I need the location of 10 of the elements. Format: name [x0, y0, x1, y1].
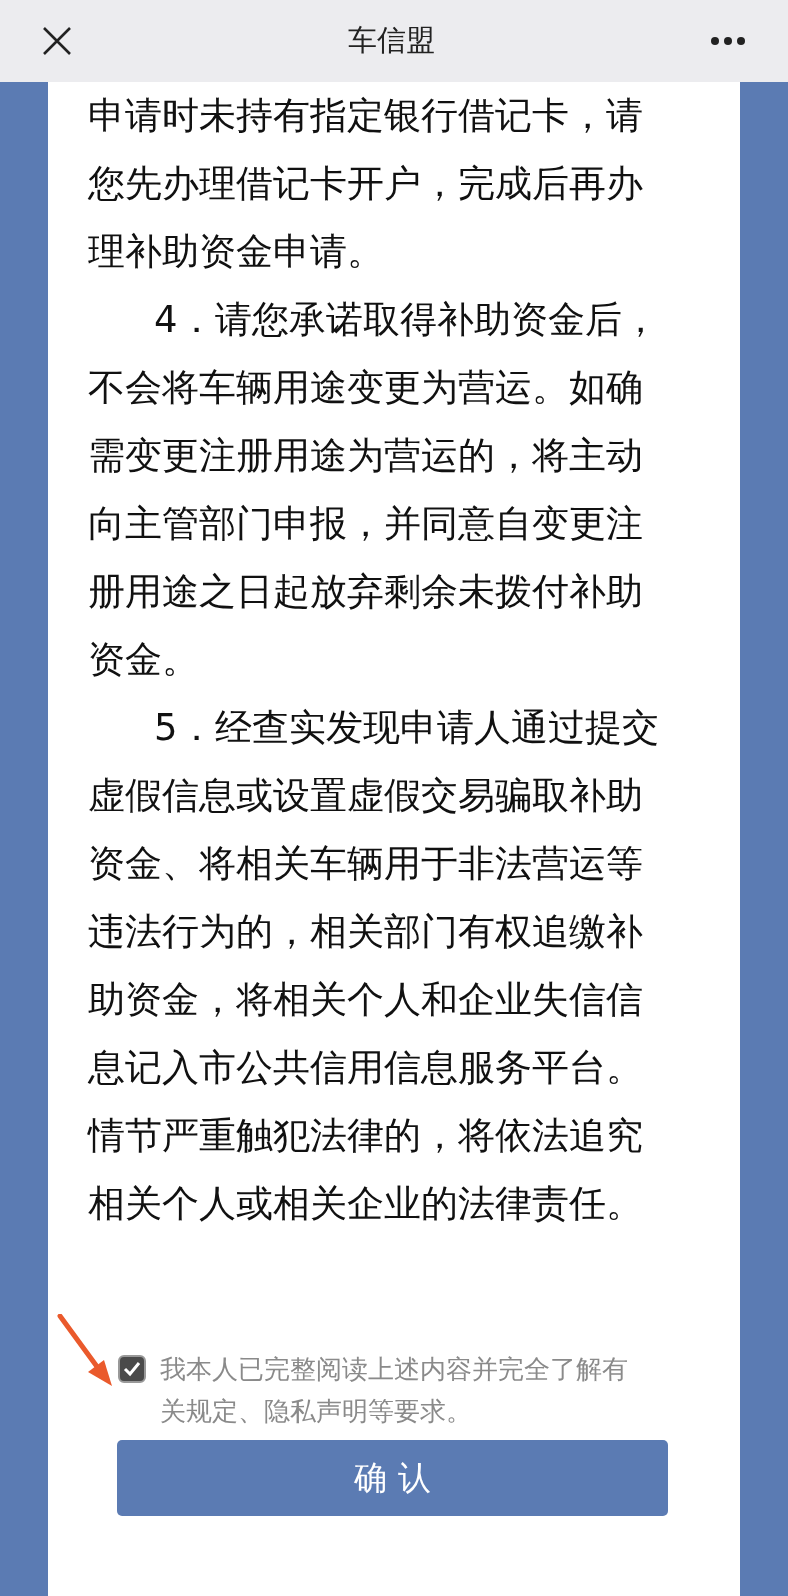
paragraph: 4．请您承诺取得补助资金后， 不会将车辆用途变更为营运。如确 需变更注册用途为营运的，将主动 向主管部门申报，并同意自变更注 册用途之日起放弃剩余未拨付补助 资金。	[88, 297, 659, 683]
more-icon[interactable]	[710, 36, 746, 46]
paragraph: 申请时未持有指定银行借记卡，请 您先办理借记卡开户，完成后再办 理补助资金申请。	[88, 93, 643, 275]
checkbox[interactable]	[118, 1355, 146, 1383]
agreement-text: 我本人已完整阅读上述内容并完全了解有 关规定、隐私声明等要求。	[160, 1353, 628, 1428]
close-icon[interactable]	[42, 26, 72, 56]
check-icon	[122, 1359, 142, 1379]
paragraph: 5．经查实发现申请人通过提交 虚假信息或设置虚假交易骗取补助 资金、将相关车辆用于非法营运等 违法行为的，相关部门有权追缴补 助资金，将相关个人和企业失信信 息记入市公共信用信息服务平台。 情节严重触犯法律的，将依法追究 相关个人或相关企业的法律责任。	[88, 705, 659, 1227]
confirm-button[interactable]: 确 认	[117, 1440, 668, 1516]
page-title: 车信盟	[347, 22, 435, 60]
